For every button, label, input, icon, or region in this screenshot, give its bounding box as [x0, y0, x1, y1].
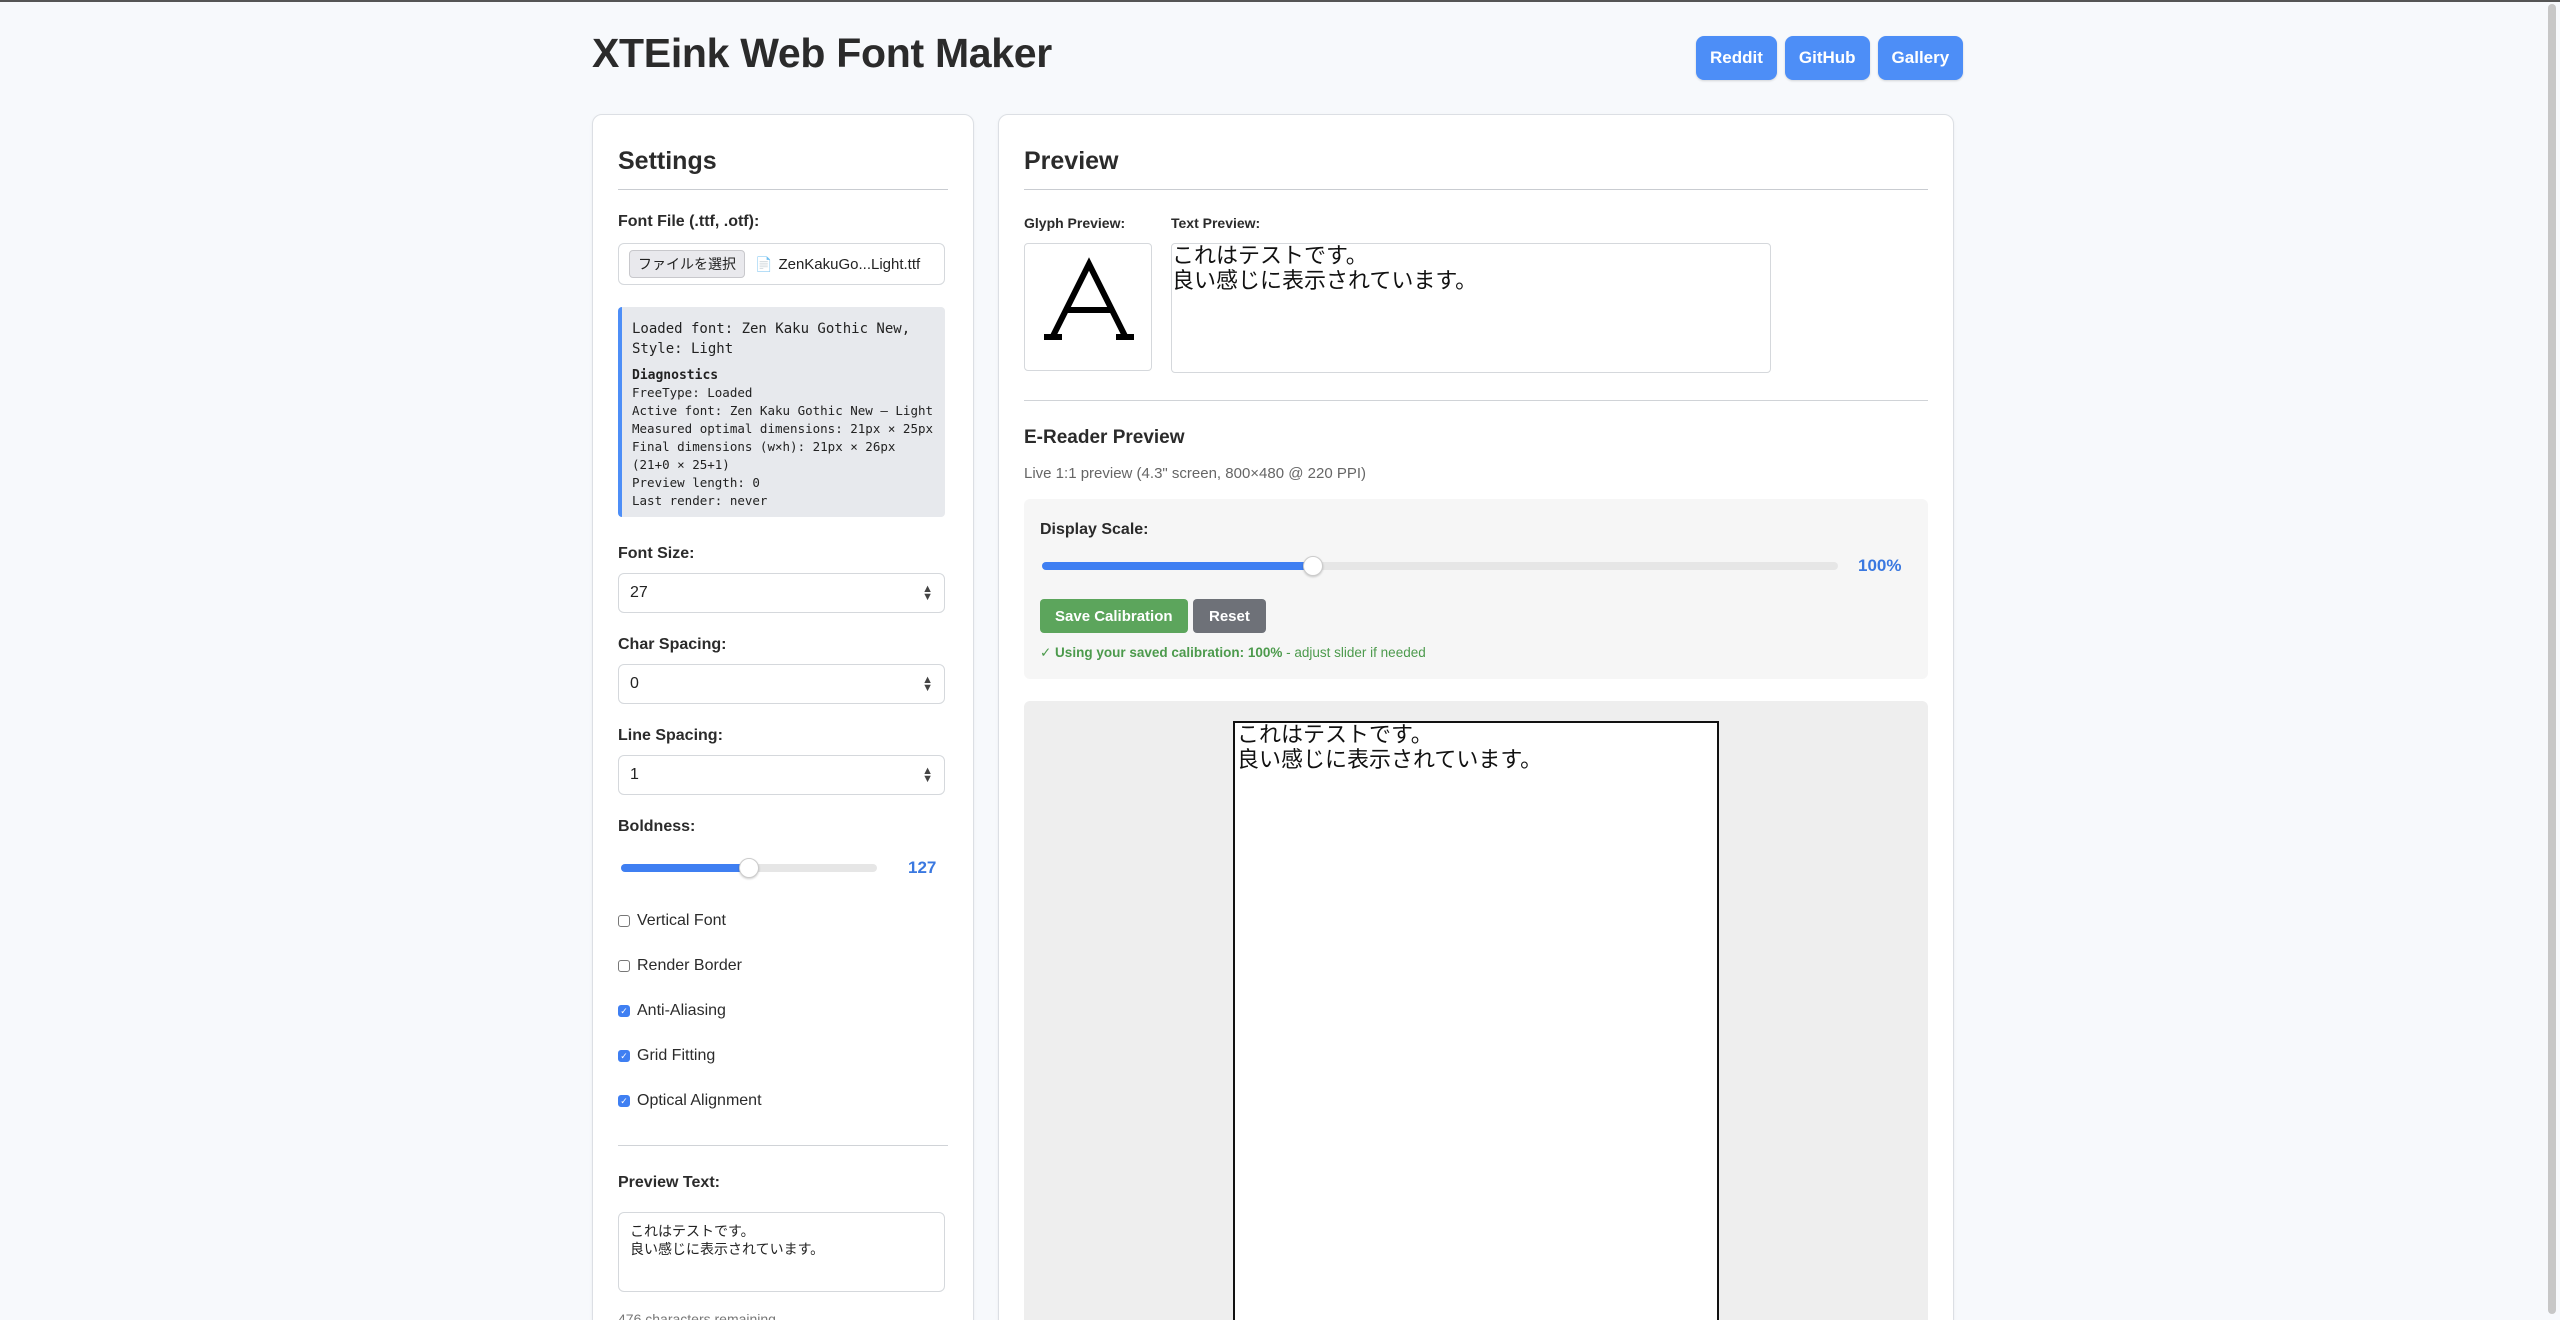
display-scale-slider-handle[interactable]: [1302, 556, 1323, 576]
grid-fitting-option[interactable]: ✓ Grid Fitting: [618, 1047, 715, 1065]
diagnostics-line: Final dimensions (w×h): 21px × 26px: [632, 439, 896, 454]
anti-aliasing-checkbox[interactable]: ✓: [618, 1005, 630, 1017]
display-scale-slider-fill: [1042, 562, 1313, 570]
diagnostics-line: Active font: Zen Kaku Gothic New – Light: [632, 403, 934, 418]
anti-aliasing-option[interactable]: ✓ Anti-Aliasing: [618, 1002, 726, 1020]
diagnostics-line: Last render: never: [632, 493, 768, 508]
ereader-text-line: これはテストです。: [1237, 723, 1433, 748]
divider: [1024, 400, 1928, 401]
settings-title: Settings: [618, 147, 717, 175]
ereader-preview-title: E-Reader Preview: [1024, 427, 1185, 448]
render-border-checkbox[interactable]: [618, 960, 630, 972]
file-name: ZenKakuGo...Light.ttf: [778, 255, 921, 273]
text-preview-label: Text Preview:: [1171, 215, 1261, 231]
settings-panel: Settings Font File (.ttf, .otf): ファイルを選択…: [592, 114, 974, 1320]
optical-alignment-label: Optical Alignment: [637, 1092, 762, 1109]
ereader-area: これはテストです。 良い感じに表示されています。: [1024, 701, 1928, 1320]
optical-alignment-option[interactable]: ✓ Optical Alignment: [618, 1092, 762, 1110]
diagnostics-title: Diagnostics: [632, 368, 719, 383]
reddit-button[interactable]: Reddit: [1696, 36, 1777, 80]
calibration-status: ✓ Using your saved calibration: 100% - a…: [1040, 645, 1426, 661]
diagnostics-line: (21+0 × 25+1): [632, 457, 730, 472]
display-scale-value: 100%: [1858, 556, 1902, 575]
text-preview-line: これはテストです。: [1172, 244, 1368, 269]
optical-alignment-checkbox[interactable]: ✓: [618, 1095, 630, 1107]
page-scrollbar[interactable]: [2548, 2, 2556, 1320]
font-info-box: Loaded font: Zen Kaku Gothic New, Style:…: [618, 307, 945, 517]
scrollbar-thumb[interactable]: [2548, 4, 2556, 1314]
diagnostics-line: Preview length: 0: [632, 475, 760, 490]
divider: [618, 189, 948, 190]
grid-fitting-checkbox[interactable]: ✓: [618, 1050, 630, 1062]
vertical-font-option[interactable]: Vertical Font: [618, 912, 726, 930]
ereader-preview-caption: Live 1:1 preview (4.3" screen, 800×480 @…: [1024, 465, 1366, 482]
glyph-preview-label: Glyph Preview:: [1024, 215, 1126, 231]
file-icon: 📄: [755, 255, 773, 272]
vertical-font-checkbox[interactable]: [618, 915, 630, 927]
preview-title: Preview: [1024, 147, 1119, 175]
char-spacing-value: 0: [630, 675, 639, 692]
preview-text-label: Preview Text:: [618, 1174, 720, 1191]
ereader-screen: これはテストです。 良い感じに表示されています。: [1233, 721, 1719, 1320]
glyph-a-icon: [1044, 257, 1134, 341]
vertical-font-label: Vertical Font: [637, 912, 726, 929]
boldness-value: 127: [908, 858, 937, 877]
github-button[interactable]: GitHub: [1784, 36, 1870, 80]
display-scale-slider[interactable]: [1042, 556, 1838, 576]
calibration-box: Display Scale: 100% Save Calibration Res…: [1024, 499, 1928, 679]
boldness-slider[interactable]: [621, 858, 877, 878]
text-preview-line: 良い感じに表示されています。: [1172, 269, 1478, 294]
loaded-font-text: Loaded font: Zen Kaku Gothic New, Style:…: [632, 321, 911, 357]
font-size-label: Font Size:: [618, 545, 695, 562]
grid-fitting-label: Grid Fitting: [637, 1047, 716, 1064]
render-border-label: Render Border: [637, 957, 742, 974]
diagnostics-line: Measured optimal dimensions: 21px × 25px: [632, 421, 934, 436]
font-size-value: 27: [630, 584, 648, 601]
spinner-icon[interactable]: ▲ ▼: [922, 584, 933, 603]
header-nav: Reddit GitHub Gallery: [1696, 36, 1964, 80]
calibration-status-strong: ✓ Using your saved calibration: 100%: [1040, 645, 1283, 660]
display-scale-label: Display Scale:: [1040, 521, 1149, 538]
calibration-status-rest: - adjust slider if needed: [1282, 645, 1426, 660]
ereader-text-line: 良い感じに表示されています。: [1237, 748, 1543, 773]
divider: [1024, 189, 1928, 190]
boldness-slider-handle[interactable]: [739, 858, 759, 878]
characters-remaining: 476 characters remaining: [618, 1311, 776, 1320]
char-spacing-label: Char Spacing:: [618, 636, 727, 653]
anti-aliasing-label: Anti-Aliasing: [637, 1002, 726, 1019]
choose-file-button[interactable]: ファイルを選択: [629, 250, 745, 278]
diagnostics-line: FreeType: Loaded: [632, 385, 753, 400]
boldness-label: Boldness:: [618, 818, 696, 835]
font-file-label: Font File (.ttf, .otf):: [618, 213, 760, 230]
text-preview: これはテストです。 良い感じに表示されています。: [1171, 243, 1771, 373]
preview-text-input[interactable]: これはテストです。 良い感じに表示されています。: [618, 1212, 945, 1292]
char-spacing-input[interactable]: 0 ▲ ▼: [618, 664, 945, 704]
preview-panel: Preview Glyph Preview: Text Preview: これは…: [998, 114, 1954, 1320]
font-file-input[interactable]: ファイルを選択 📄 ZenKakuGo...Light.ttf: [618, 243, 945, 285]
render-border-option[interactable]: Render Border: [618, 957, 742, 975]
gallery-button[interactable]: Gallery: [1877, 36, 1964, 80]
boldness-slider-fill: [621, 864, 749, 872]
app-title: XTEink Web Font Maker: [592, 30, 1052, 76]
divider: [618, 1145, 948, 1146]
glyph-preview: [1024, 243, 1152, 371]
line-spacing-value: 1: [630, 766, 639, 783]
line-spacing-label: Line Spacing:: [618, 727, 723, 744]
reset-button[interactable]: Reset: [1193, 599, 1266, 633]
font-size-input[interactable]: 27 ▲ ▼: [618, 573, 945, 613]
spinner-icon[interactable]: ▲ ▼: [922, 675, 933, 694]
line-spacing-input[interactable]: 1 ▲ ▼: [618, 755, 945, 795]
save-calibration-button[interactable]: Save Calibration: [1040, 599, 1188, 633]
spinner-icon[interactable]: ▲ ▼: [922, 766, 933, 785]
